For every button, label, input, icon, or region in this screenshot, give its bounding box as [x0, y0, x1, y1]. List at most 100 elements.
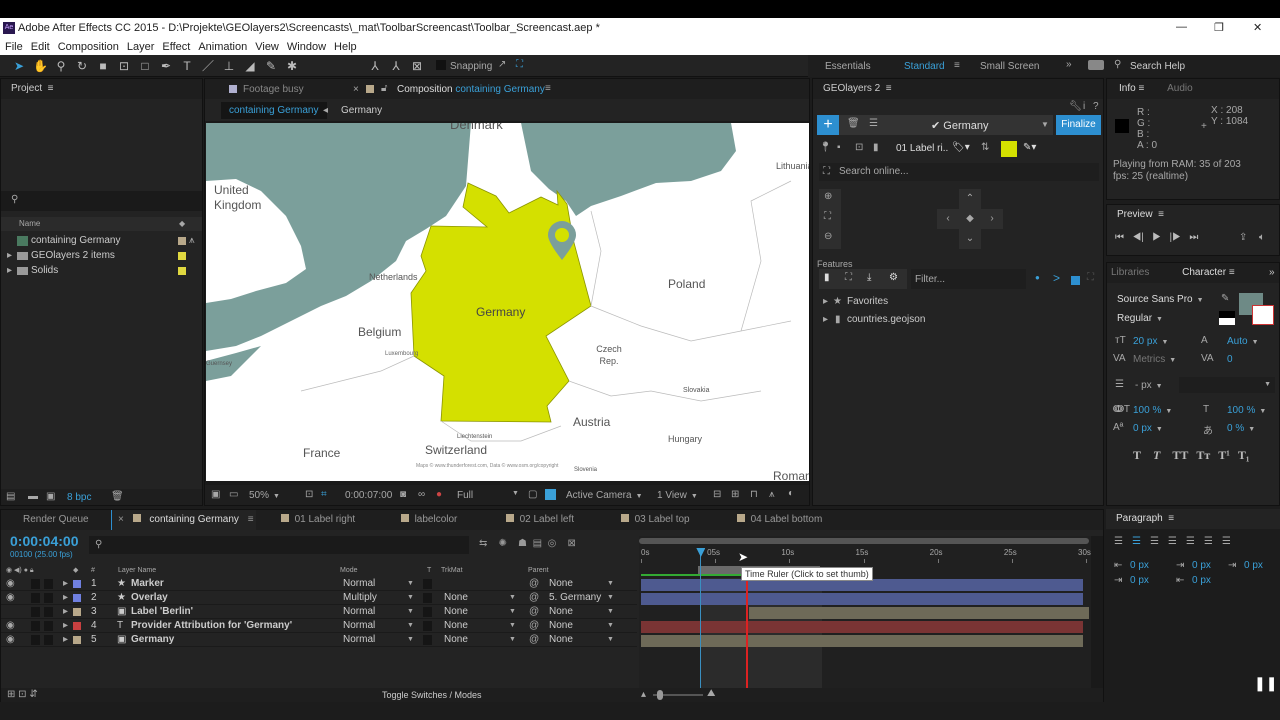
- kerning-field[interactable]: Metrics: [1133, 354, 1176, 365]
- visibility-eye-icon[interactable]: ◉: [6, 577, 15, 591]
- frame-blending-icon[interactable]: ▤: [533, 538, 542, 549]
- lock-box[interactable]: [44, 607, 53, 617]
- interpret-footage-icon[interactable]: ▤: [6, 491, 15, 502]
- minimize-button[interactable]: —: [1176, 21, 1187, 33]
- sort-icon[interactable]: ⇅: [981, 142, 989, 153]
- expand-icon[interactable]: ⛶: [845, 272, 852, 283]
- parent-dropdown[interactable]: 5. Germany: [549, 591, 601, 605]
- layer-name[interactable]: Germany: [131, 633, 174, 647]
- last-frame-icon[interactable]: ⏭: [1189, 232, 1198, 243]
- chevron-down-icon[interactable]: ▼: [509, 591, 516, 605]
- chevron-down-icon[interactable]: ▼: [407, 605, 414, 619]
- new-feature-icon[interactable]: ▮: [824, 272, 830, 283]
- mode-dropdown[interactable]: Normal: [343, 619, 375, 633]
- preserve-transparency-box[interactable]: [423, 579, 432, 589]
- mode-dropdown[interactable]: Normal: [343, 605, 375, 619]
- superscript-button[interactable]: T¹: [1218, 448, 1230, 462]
- composition-mini-flowchart-icon[interactable]: ⇆: [479, 538, 487, 549]
- chevron-down-icon[interactable]: ▼: [607, 605, 614, 619]
- layer-name[interactable]: Marker: [131, 577, 164, 591]
- indent-first-field[interactable]: 0 px: [1244, 560, 1263, 571]
- solo-box[interactable]: [31, 621, 40, 631]
- maximize-button[interactable]: ❐: [1214, 21, 1224, 34]
- pan-behind-tool-icon[interactable]: ⊡: [117, 59, 131, 73]
- play-icon[interactable]: ▶: [1152, 232, 1161, 243]
- current-time-display[interactable]: 0:00:07:00: [345, 490, 392, 501]
- snap-features-icon[interactable]: ⛶: [516, 59, 523, 70]
- baseline-shift-field[interactable]: 0 px: [1133, 423, 1163, 434]
- panel-menu-icon[interactable]: ≡: [248, 514, 254, 525]
- solo-box[interactable]: [31, 607, 40, 617]
- layer-name[interactable]: Overlay: [131, 591, 168, 605]
- resolution-dropdown[interactable]: Full: [457, 490, 473, 501]
- pick-whip-icon[interactable]: @: [529, 619, 539, 633]
- menu-layer[interactable]: Layer: [127, 41, 155, 53]
- layer-row[interactable]: ▸ 3 ▣ Label 'Berlin' Normal ▼ None ▼ @ None ▼: [1, 605, 637, 619]
- camera-tool-icon[interactable]: ■: [96, 59, 110, 73]
- trkmat-dropdown[interactable]: None: [444, 591, 468, 605]
- tab-audio[interactable]: Audio: [1167, 83, 1193, 94]
- layer-duration-bar[interactable]: [641, 593, 1084, 605]
- motion-blur-icon[interactable]: ◎: [548, 538, 557, 549]
- justify-all-icon[interactable]: ☰: [1222, 536, 1240, 547]
- pan-left-button[interactable]: ‹: [937, 209, 959, 229]
- layer-row[interactable]: ◉ ▸ 1 ★ Marker Normal ▼ @ None ▼: [1, 577, 637, 591]
- expand-arrow-icon[interactable]: ▸: [823, 313, 828, 327]
- tracking-field[interactable]: 0: [1227, 354, 1233, 365]
- label-color-swatch[interactable]: [73, 622, 81, 630]
- crop-icon[interactable]: ⊡: [855, 142, 863, 153]
- label-color-swatch[interactable]: [73, 608, 81, 616]
- search-help-input[interactable]: Search Help: [1130, 61, 1185, 72]
- trkmat-dropdown[interactable]: None: [444, 619, 468, 633]
- panel-menu-icon[interactable]: ≡: [1229, 267, 1235, 278]
- time-ruler[interactable]: 0s 05s 10s 15s 20s 25s 30s: [639, 546, 1091, 564]
- safe-margins-icon[interactable]: ⊡: [305, 489, 313, 500]
- menu-view[interactable]: View: [255, 41, 279, 53]
- tab-01-label-right[interactable]: 01 Label right: [281, 510, 355, 530]
- zoom-slider-thumb[interactable]: [657, 690, 663, 700]
- zoom-in-mountain-icon[interactable]: ⛰: [707, 688, 715, 699]
- timeline-scrollbar[interactable]: [1091, 536, 1103, 688]
- chevron-down-icon[interactable]: ▼: [509, 633, 516, 647]
- layer-row[interactable]: ◉ ▸ 5 ▣ Germany Normal ▼ None ▼ @ None ▼: [1, 633, 637, 647]
- close-button[interactable]: ✕: [1253, 21, 1262, 34]
- layer-switches-icon[interactable]: ⊞ ⊡ ⇵: [7, 689, 38, 700]
- tsume-field[interactable]: 0 %: [1227, 423, 1255, 434]
- mode-dropdown[interactable]: Multiply: [343, 591, 377, 605]
- chevron-down-icon[interactable]: ▼: [407, 577, 414, 591]
- stroke-style-dropdown[interactable]: ▼: [1179, 377, 1275, 393]
- workspace-toggle-icon[interactable]: [1088, 60, 1104, 70]
- prev-frame-icon[interactable]: ◀|: [1132, 232, 1144, 243]
- visibility-eye-icon[interactable]: ◉: [6, 633, 15, 647]
- tab-render-queue[interactable]: Render Queue: [23, 510, 89, 530]
- indent-right-field[interactable]: 0 px: [1130, 575, 1149, 586]
- chevron-down-icon[interactable]: ▼: [509, 605, 516, 619]
- delete-map-icon[interactable]: 🗑: [847, 118, 860, 129]
- mask-visibility-icon[interactable]: ⌗: [321, 489, 327, 500]
- layer-duration-bar[interactable]: [641, 621, 1084, 633]
- roto-brush-tool-icon[interactable]: ✎: [264, 59, 278, 73]
- chevron-down-icon[interactable]: ▼: [509, 619, 516, 633]
- tab-02-label-left[interactable]: 02 Label left: [506, 510, 574, 530]
- space-after-field[interactable]: 0 px: [1192, 575, 1211, 586]
- more-panels-icon[interactable]: »: [1269, 263, 1275, 283]
- fit-icon[interactable]: ⛶: [824, 211, 831, 222]
- pan-right-button[interactable]: ›: [981, 209, 1003, 229]
- indent-left-field[interactable]: 0 px: [1130, 560, 1149, 571]
- label-color-swatch[interactable]: [73, 636, 81, 644]
- menu-animation[interactable]: Animation: [198, 41, 247, 53]
- graph-editor-icon[interactable]: ⊠: [567, 538, 575, 549]
- next-frame-icon[interactable]: |▶: [1169, 232, 1181, 243]
- stroke-color-swatch[interactable]: [1252, 305, 1274, 325]
- resolution-arrow-icon[interactable]: ▼: [512, 490, 519, 497]
- pick-whip-icon[interactable]: @: [529, 577, 539, 591]
- filter-input[interactable]: Filter...: [911, 269, 1026, 289]
- lock-box[interactable]: [44, 579, 53, 589]
- expand-arrow-icon[interactable]: ▸: [63, 633, 68, 647]
- tab-04-label-bottom[interactable]: 04 Label bottom: [737, 510, 822, 530]
- stroke-width-field[interactable]: - px: [1135, 380, 1163, 391]
- menu-edit[interactable]: Edit: [31, 41, 50, 53]
- breadcrumb-germany[interactable]: Germany: [341, 105, 382, 116]
- font-family-dropdown[interactable]: Source Sans Pro: [1117, 294, 1212, 305]
- current-time-indicator[interactable]: [700, 548, 702, 688]
